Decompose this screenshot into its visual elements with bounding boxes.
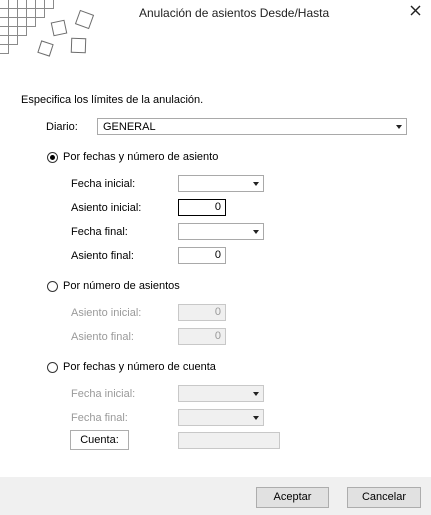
radio-numero-asientos[interactable] — [47, 281, 58, 292]
num-asiento-inicial-input[interactable]: 0 — [178, 304, 226, 321]
fecha-final-select[interactable] — [178, 223, 264, 240]
chevron-down-icon — [253, 416, 259, 420]
fecha-inicial-select[interactable] — [178, 175, 264, 192]
chevron-down-icon — [253, 182, 259, 186]
num-asiento-inicial-label: Asiento inicial: — [71, 307, 142, 319]
cuenta-fecha-final-select[interactable] — [178, 409, 264, 426]
logo-square — [50, 19, 68, 37]
radio-fechas-cuenta-label[interactable]: Por fechas y número de cuenta — [63, 361, 216, 373]
logo-square — [74, 9, 95, 30]
radio-fechas-asiento[interactable] — [47, 152, 58, 163]
window-title: Anulación de asientos Desde/Hasta — [139, 6, 330, 20]
radio-fechas-asiento-label[interactable]: Por fechas y número de asiento — [63, 151, 218, 163]
fecha-final-label: Fecha final: — [71, 226, 128, 238]
radio-numero-asientos-label[interactable]: Por número de asientos — [63, 280, 180, 292]
chevron-down-icon — [396, 125, 402, 129]
asiento-final-label: Asiento final: — [71, 250, 134, 262]
num-asiento-final-input[interactable]: 0 — [178, 328, 226, 345]
cancel-button[interactable]: Cancelar — [347, 487, 421, 508]
diario-select[interactable]: GENERAL — [97, 118, 407, 135]
accept-button[interactable]: Aceptar — [256, 487, 329, 508]
logo-square — [70, 37, 87, 54]
cuenta-fecha-inicial-label: Fecha inicial: — [71, 388, 136, 400]
asiento-inicial-input[interactable]: 0 — [178, 199, 226, 216]
diario-label: Diario: — [46, 121, 78, 133]
cuenta-fecha-final-label: Fecha final: — [71, 412, 128, 424]
fecha-inicial-label: Fecha inicial: — [71, 178, 136, 190]
diario-select-value: GENERAL — [103, 121, 156, 133]
dialog-footer: Aceptar Cancelar — [0, 477, 431, 515]
cuenta-fecha-inicial-select[interactable] — [178, 385, 264, 402]
intro-text: Especifica los límites de la anulación. — [21, 94, 204, 106]
asiento-inicial-label: Asiento inicial: — [71, 202, 142, 214]
close-icon[interactable] — [406, 2, 426, 22]
cuenta-input[interactable] — [178, 432, 280, 449]
num-asiento-final-label: Asiento final: — [71, 331, 134, 343]
asiento-final-input[interactable]: 0 — [178, 247, 226, 264]
chevron-down-icon — [253, 230, 259, 234]
cuenta-button[interactable]: Cuenta: — [70, 430, 129, 450]
chevron-down-icon — [253, 392, 259, 396]
radio-fechas-cuenta[interactable] — [47, 362, 58, 373]
